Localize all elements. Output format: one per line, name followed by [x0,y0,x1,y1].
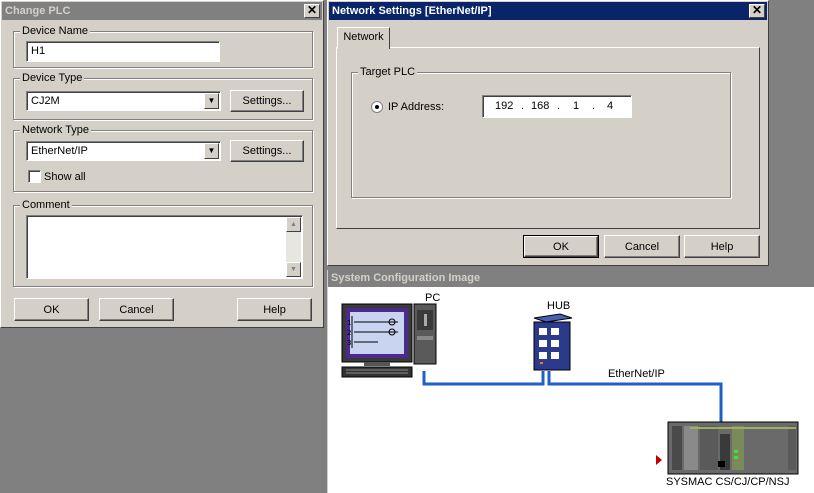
selected-arrow-icon [656,455,662,465]
network-type-label: Network Type [20,123,92,137]
show-all-label: Show all [44,171,86,183]
device-type-value: CJ2M [31,95,60,107]
ip-separator: . [557,100,561,112]
comment-textarea[interactable] [26,215,303,279]
network-settings-cancel-button[interactable]: Cancel [604,235,680,258]
tab-network[interactable]: Network [337,27,390,49]
plc-rack-icon [667,421,799,475]
change-plc-dialog: Change PLC ✕ Device Name H1 Device Type … [0,0,324,328]
comment-scrollbar[interactable]: ▲ ▼ [286,217,301,277]
network-settings-titlebar[interactable]: Network Settings [EtherNet/IP] ✕ [329,2,767,20]
change-plc-help-button[interactable]: Help [237,298,312,321]
ip-address-radio[interactable] [371,101,383,113]
device-name-label: Device Name [20,24,91,38]
ladder-row-1: 1 [347,319,351,327]
network-type-settings-button[interactable]: Settings... [230,140,304,162]
target-plc-label: Target PLC [358,65,418,79]
network-settings-ok-button[interactable]: OK [523,235,599,258]
ip-octet-4: 4 [607,100,614,112]
close-icon[interactable]: ✕ [749,4,765,18]
change-plc-title: Change PLC [5,5,71,17]
ip-address-field[interactable]: 192 . 168 . 1 . 4 [482,95,632,118]
ip-octet-2: 168 [531,100,550,112]
device-type-label: Device Type [20,71,85,85]
pc-tower-icon [413,303,437,365]
change-plc-titlebar[interactable]: Change PLC ✕ [2,2,322,20]
device-name-field[interactable]: H1 [26,41,220,62]
chevron-down-icon[interactable]: ▼ [204,143,219,159]
device-type-select[interactable]: CJ2M ▼ [26,91,221,111]
change-plc-cancel-button[interactable]: Cancel [99,298,174,321]
chevron-down-icon[interactable]: ▼ [204,93,219,109]
target-plc-group: Target PLC IP Address: 192 . 168 . 1 . 4 [351,65,731,198]
network-tab-panel: Target PLC IP Address: 192 . 168 . 1 . 4 [336,47,760,229]
close-icon[interactable]: ✕ [304,4,320,18]
ip-separator: . [592,100,596,112]
comment-group: Comment ▲ ▼ [13,198,313,287]
network-settings-help-button[interactable]: Help [684,235,760,258]
change-plc-ok-button[interactable]: OK [14,298,89,321]
network-type-group: Network Type EtherNet/IP ▼ Settings... S… [13,123,313,192]
ladder-row-2: 2 [347,329,351,337]
device-type-settings-button[interactable]: Settings... [230,90,304,112]
system-config-panel: System Configuration Image PC HUB EtherN… [327,270,814,493]
show-all-checkbox[interactable] [28,170,41,183]
scroll-up-icon[interactable]: ▲ [286,217,301,232]
device-name-group: Device Name H1 [13,24,313,68]
ip-address-label: IP Address: [388,101,445,113]
hub-icon [533,313,573,371]
network-settings-dialog: Network Settings [EtherNet/IP] ✕ Network… [327,0,769,266]
ip-octet-3: 1 [573,100,580,112]
pc-monitor-icon: 1 2 3 [341,303,413,378]
network-type-select[interactable]: EtherNet/IP ▼ [26,141,221,161]
network-type-value: EtherNet/IP [31,145,88,157]
ladder-row-3: 3 [347,339,351,347]
scroll-down-icon[interactable]: ▼ [286,262,301,277]
system-config-diagram: 1 2 3 [341,303,799,475]
ip-separator: . [521,100,525,112]
device-type-group: Device Type CJ2M ▼ Settings... [13,71,313,120]
network-settings-title: Network Settings [EtherNet/IP] [332,5,492,17]
comment-label: Comment [20,198,72,212]
ip-octet-1: 192 [495,100,514,112]
radio-dot-icon [375,105,379,109]
